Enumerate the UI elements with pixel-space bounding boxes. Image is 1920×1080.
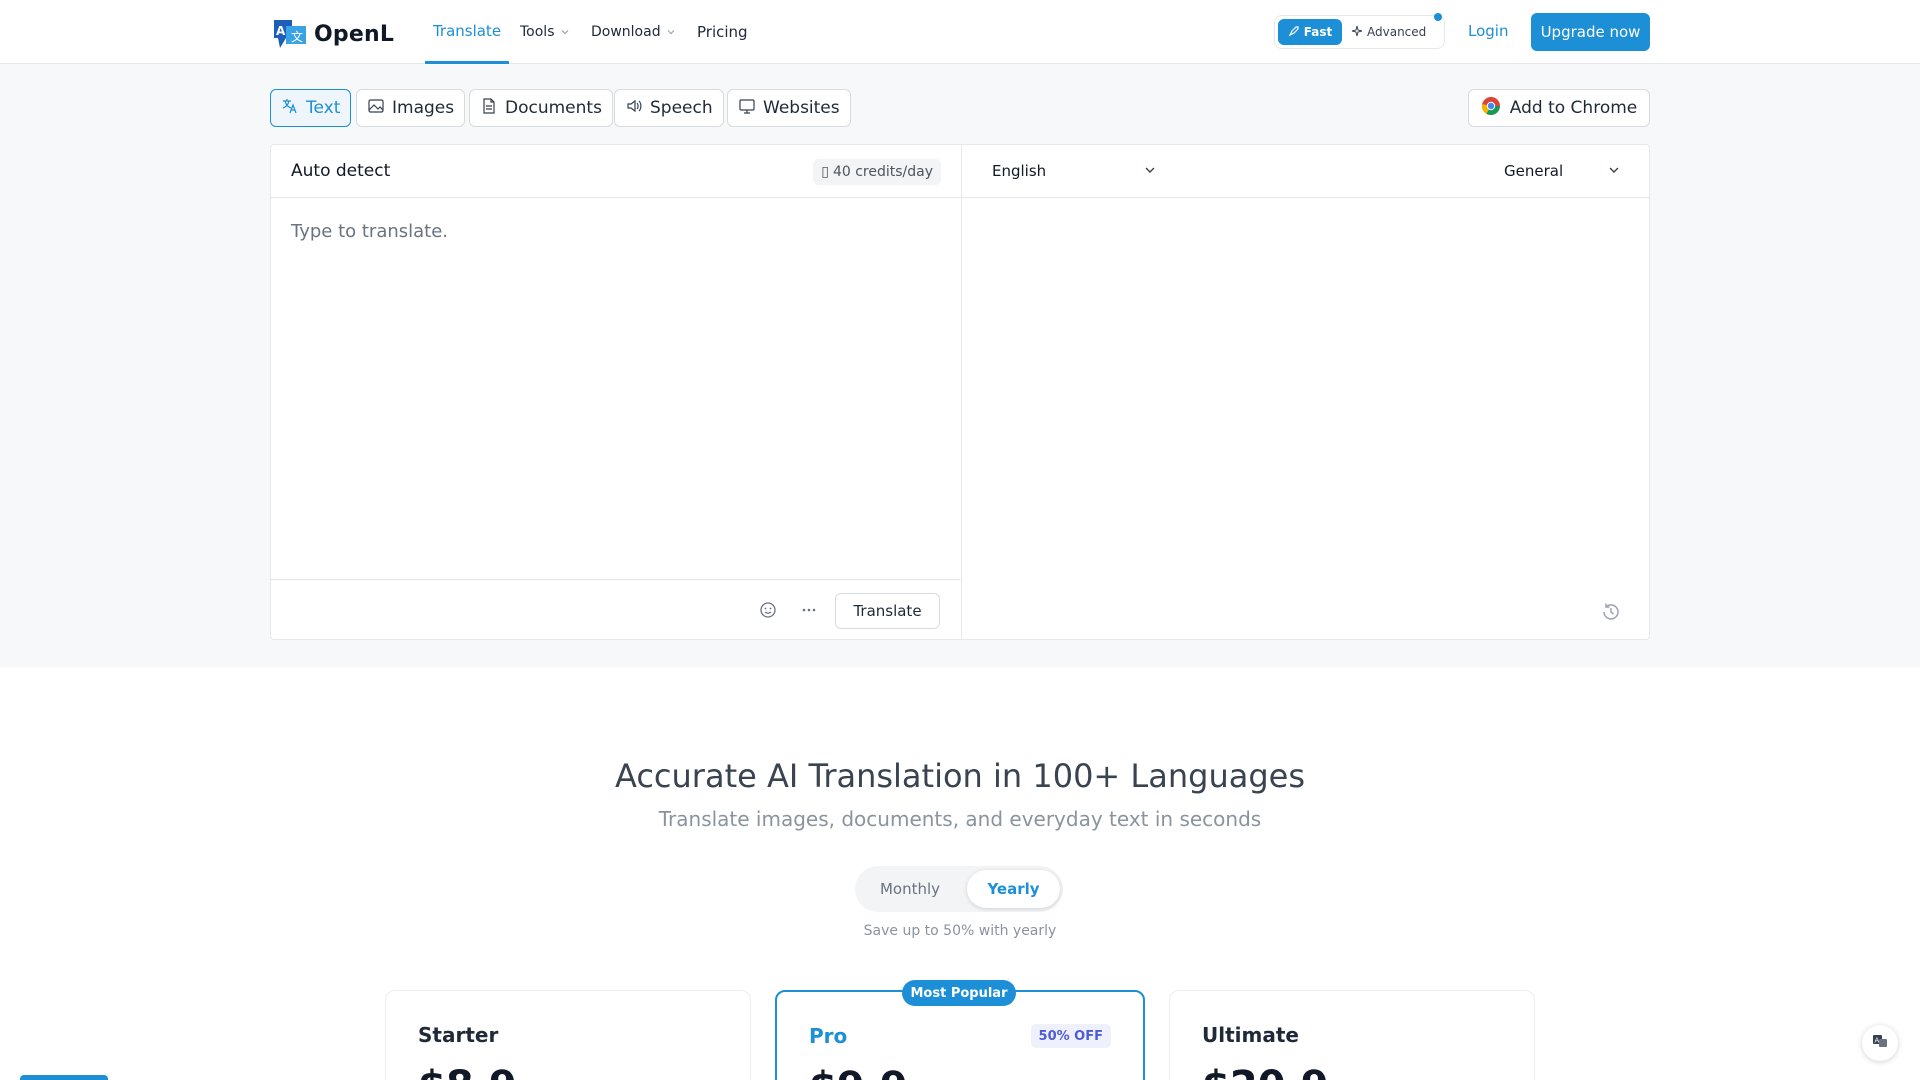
- add-to-chrome-label: Add to Chrome: [1509, 98, 1638, 118]
- feedback-tab[interactable]: [20, 1075, 108, 1080]
- most-popular-badge: Most Popular: [902, 980, 1016, 1006]
- chevron-down-icon: [560, 23, 570, 41]
- style-select[interactable]: General: [1504, 162, 1620, 180]
- plan-card-starter: Starter $8.9: [385, 990, 751, 1080]
- rocket-icon: [1288, 25, 1300, 40]
- document-icon: [480, 97, 498, 120]
- nav-tools-label: Tools: [520, 24, 555, 40]
- chrome-icon: [1481, 96, 1501, 121]
- discount-badge: 50% OFF: [1030, 1024, 1111, 1048]
- tab-speech-label: Speech: [650, 98, 713, 118]
- upgrade-now-button[interactable]: Upgrade now: [1531, 13, 1650, 51]
- tab-documents-label: Documents: [505, 98, 602, 118]
- more-options-icon[interactable]: [798, 599, 820, 621]
- credit-icon: ▯: [821, 164, 829, 180]
- fast-mode-label: Fast: [1303, 25, 1333, 39]
- chevron-down-icon: [666, 23, 676, 41]
- nav-translate[interactable]: Translate: [425, 0, 509, 64]
- advanced-mode-label: Advanced: [1367, 25, 1427, 39]
- billing-period-toggle: Monthly Yearly: [855, 866, 1063, 912]
- translate-widget-icon: A: [1871, 1032, 1889, 1054]
- login-link[interactable]: Login: [1468, 22, 1508, 40]
- nav-pricing-label: Pricing: [697, 23, 748, 41]
- svg-text:A: A: [1875, 1037, 1880, 1045]
- credits-badge: ▯ 40 credits/day: [813, 159, 941, 185]
- style-label: General: [1504, 162, 1564, 180]
- billing-yearly-option[interactable]: Yearly: [967, 870, 1060, 908]
- plan-card-ultimate: Ultimate $20.9: [1169, 990, 1535, 1080]
- fast-mode-button[interactable]: Fast: [1278, 19, 1342, 45]
- nav-tools[interactable]: Tools: [520, 0, 570, 64]
- hero-subtitle: Translate images, documents, and everyda…: [658, 807, 1262, 831]
- source-footer: Translate: [271, 579, 961, 640]
- plan-name: Pro: [809, 1024, 848, 1048]
- target-language-select[interactable]: English: [992, 162, 1156, 180]
- emoji-icon[interactable]: [757, 599, 779, 621]
- source-text-input[interactable]: Type to translate.: [291, 221, 448, 242]
- nav-translate-label: Translate: [432, 21, 502, 40]
- source-language-select[interactable]: Auto detect: [291, 161, 390, 181]
- tab-text-label: Text: [306, 98, 341, 118]
- translator-panel: Auto detect ▯ 40 credits/day English Gen…: [270, 144, 1650, 640]
- plan-name: Starter: [418, 1023, 499, 1047]
- image-icon: [367, 97, 385, 120]
- plan-name: Ultimate: [1202, 1023, 1299, 1047]
- hero-title: Accurate AI Translation in 100+ Language…: [615, 757, 1305, 795]
- monitor-icon: [738, 97, 756, 120]
- nav-download-label: Download: [591, 24, 661, 40]
- logo-text: OpenL: [314, 21, 395, 47]
- new-indicator-dot: [1434, 13, 1442, 21]
- plan-price: $9.9: [809, 1064, 908, 1080]
- nav-download[interactable]: Download: [591, 0, 676, 64]
- nav-pricing[interactable]: Pricing: [697, 0, 748, 64]
- translate-button[interactable]: Translate: [835, 593, 940, 629]
- speaker-icon: [625, 97, 643, 120]
- add-to-chrome-button[interactable]: Add to Chrome: [1468, 89, 1650, 127]
- openl-logo-icon: A 文: [272, 16, 308, 52]
- translate-widget-button[interactable]: A: [1862, 1025, 1898, 1061]
- credits-label: 40 credits/day: [832, 164, 933, 180]
- svg-text:文: 文: [291, 29, 303, 44]
- logo[interactable]: A 文 OpenL: [272, 16, 394, 52]
- panel-divider: [961, 145, 962, 639]
- billing-monthly-option[interactable]: Monthly: [855, 866, 965, 912]
- tab-speech[interactable]: Speech: [614, 89, 724, 127]
- tab-images-label: Images: [392, 98, 455, 118]
- plan-price: $20.9: [1202, 1063, 1329, 1080]
- chevron-down-icon: [1144, 162, 1156, 180]
- chevron-down-icon: [1608, 162, 1620, 180]
- tab-images[interactable]: Images: [356, 89, 466, 127]
- top-navigation-bar: A 文 OpenL Translate Tools Download Prici…: [0, 0, 1920, 64]
- speed-mode-toggle: Fast Advanced: [1274, 13, 1445, 49]
- translate-icon: [281, 97, 299, 120]
- tab-documents[interactable]: Documents: [469, 89, 613, 127]
- tab-websites-label: Websites: [763, 98, 840, 118]
- tab-text[interactable]: Text: [270, 89, 352, 127]
- tab-websites[interactable]: Websites: [727, 89, 851, 127]
- history-icon[interactable]: [1600, 601, 1622, 623]
- save-note: Save up to 50% with yearly: [863, 923, 1057, 939]
- plan-price: $8.9: [418, 1063, 517, 1080]
- source-header: Auto detect ▯ 40 credits/day: [271, 145, 961, 198]
- target-language-label: English: [992, 162, 1047, 180]
- svg-text:A: A: [276, 24, 286, 38]
- advanced-mode-button[interactable]: Advanced: [1351, 19, 1426, 45]
- sparkle-icon: [1351, 25, 1363, 40]
